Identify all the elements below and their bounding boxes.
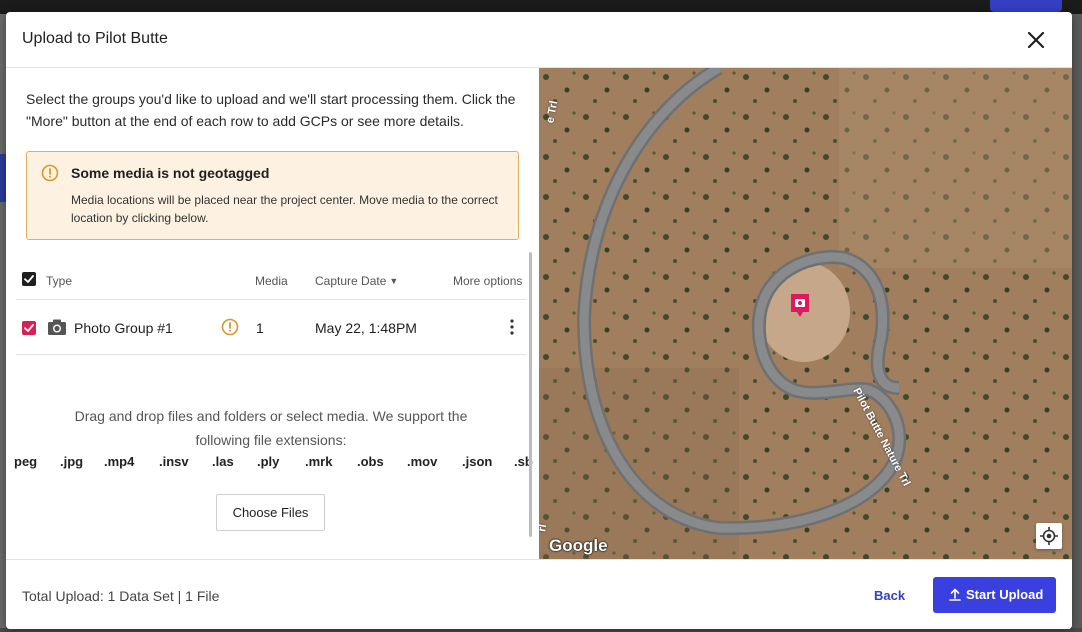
camera-icon: [47, 318, 67, 336]
scrollbar[interactable]: [529, 252, 532, 537]
media-count: 1: [256, 320, 264, 336]
alert-circle-icon: [41, 164, 59, 182]
column-more-options: More options: [453, 274, 523, 288]
start-upload-button[interactable]: Start Upload: [933, 577, 1056, 613]
extension-item: peg: [14, 454, 38, 469]
extension-item: .json: [462, 454, 493, 469]
back-button[interactable]: Back: [874, 588, 905, 603]
table-row: Photo Group #1 1 May 22, 1:48PM: [16, 301, 526, 355]
row-checkbox[interactable]: [22, 321, 36, 335]
more-options-icon[interactable]: [504, 317, 520, 337]
extension-item: .mp4: [104, 454, 135, 469]
upload-icon: [949, 588, 961, 601]
upload-modal: Upload to Pilot Butte Select the groups …: [6, 12, 1072, 629]
dropzone-text: Drag and drop files and folders or selec…: [74, 408, 468, 448]
column-media: Media: [255, 274, 288, 288]
extension-item: .insv: [159, 454, 189, 469]
modal-header: Upload to Pilot Butte: [6, 12, 1072, 68]
extension-item: .ply: [257, 454, 280, 469]
google-logo: Google: [549, 536, 608, 555]
road-label: rl: [539, 523, 550, 533]
extension-item: .mov: [407, 454, 438, 469]
alert-title: Some media is not geotagged: [71, 165, 270, 181]
choose-files-button[interactable]: Choose Files: [216, 494, 325, 531]
upload-summary: Total Upload: 1 Data Set | 1 File: [22, 588, 220, 604]
capture-date: May 22, 1:48PM: [315, 320, 417, 336]
extension-item: .mrk: [305, 454, 333, 469]
start-upload-label: Start Upload: [966, 587, 1044, 602]
extension-item: .obs: [357, 454, 384, 469]
column-type: Type: [46, 274, 73, 288]
table-header: Type Media Capture Date ▼ More options: [16, 258, 526, 300]
column-capture-date-label: Capture Date: [315, 274, 387, 288]
my-location-icon[interactable]: [1036, 523, 1062, 549]
background-button: [990, 0, 1062, 12]
extension-list: peg .jpg .mp4 .insv .las .ply .mrk .obs …: [6, 454, 538, 474]
background-right-panel: [1072, 14, 1082, 632]
extension-item: .jpg: [60, 454, 84, 469]
not-geotagged-alert: Some media is not geotagged Media locati…: [26, 151, 519, 240]
upload-groups-pane: Select the groups you'd like to upload a…: [6, 68, 538, 559]
select-all-checkbox[interactable]: [22, 272, 36, 286]
column-capture-date[interactable]: Capture Date ▼: [315, 274, 398, 288]
sort-caret-icon: ▼: [389, 276, 399, 286]
close-icon[interactable]: [1024, 28, 1048, 52]
modal-footer: Total Upload: 1 Data Set | 1 File Back S…: [6, 559, 1072, 629]
instructions-text: Select the groups you'd like to upload a…: [26, 91, 516, 129]
satellite-map[interactable]: e Trl Pilot Butte Nature Trl rl Google: [539, 68, 1072, 559]
modal-title: Upload to Pilot Butte: [22, 30, 168, 47]
extension-item: .las: [212, 454, 234, 469]
map-imagery: [539, 68, 1072, 559]
alert-body: Media locations will be placed near the …: [71, 193, 498, 225]
alert-circle-icon[interactable]: [221, 318, 239, 336]
group-name: Photo Group #1: [74, 320, 173, 336]
